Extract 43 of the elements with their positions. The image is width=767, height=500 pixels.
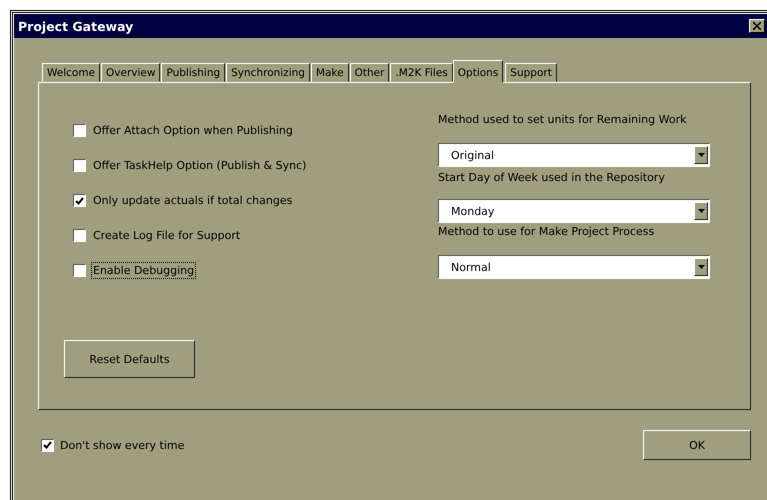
- option-label[interactable]: Enable Debugging: [91, 262, 196, 279]
- setting-label: Start Day of Week used in the Repository: [438, 171, 666, 186]
- dropdown[interactable]: Monday: [438, 199, 710, 223]
- dropdown-value: Monday: [451, 204, 494, 218]
- tab[interactable]: Options: [452, 60, 504, 83]
- ok-button[interactable]: OK: [643, 430, 751, 460]
- tab[interactable]: .M2K Files: [390, 63, 453, 82]
- caret-icon: [698, 209, 704, 213]
- option-label[interactable]: Only update actuals if total changes: [91, 192, 294, 209]
- option-label[interactable]: Offer TaskHelp Option (Publish & Sync): [91, 157, 308, 174]
- dropdown-arrow-button[interactable]: [694, 202, 708, 220]
- option-label[interactable]: Offer Attach Option when Publishing: [91, 122, 295, 139]
- tab[interactable]: Overview: [101, 63, 160, 82]
- dropdown-value: Normal: [451, 260, 491, 274]
- tab[interactable]: Publishing: [161, 63, 226, 82]
- close-icon: [753, 22, 761, 30]
- tab[interactable]: Make: [310, 63, 349, 82]
- tab[interactable]: Support: [505, 63, 557, 82]
- dropdown[interactable]: Original: [438, 143, 710, 167]
- checkmark-icon: [75, 196, 84, 204]
- tab[interactable]: Other: [350, 63, 390, 82]
- checkbox[interactable]: [73, 264, 86, 277]
- setting-label: Method used to set units for Remaining Work: [438, 113, 688, 128]
- checkbox[interactable]: [41, 438, 54, 452]
- tab[interactable]: Welcome: [42, 63, 100, 82]
- dropdown-arrow-button[interactable]: [694, 258, 708, 276]
- checkbox[interactable]: [73, 229, 86, 242]
- checkbox-label[interactable]: Don't show every time: [58, 436, 186, 454]
- caret-icon: [698, 265, 704, 269]
- dropdown[interactable]: Normal: [438, 255, 710, 279]
- reset-defaults-button[interactable]: Reset Defaults: [64, 340, 195, 378]
- option-label[interactable]: Create Log File for Support: [91, 227, 242, 244]
- checkbox[interactable]: [73, 194, 86, 207]
- tab[interactable]: Synchronizing: [226, 63, 310, 82]
- caret-icon: [698, 153, 704, 157]
- setting-label: Method to use for Make Project Process: [438, 225, 656, 240]
- checkbox[interactable]: [73, 159, 86, 172]
- checkmark-icon: [43, 441, 52, 449]
- checkbox[interactable]: [73, 124, 86, 137]
- dropdown-value: Original: [451, 148, 494, 162]
- dropdown-arrow-button[interactable]: [694, 146, 708, 164]
- window-title: Project Gateway: [18, 18, 134, 34]
- close-button[interactable]: [749, 19, 765, 33]
